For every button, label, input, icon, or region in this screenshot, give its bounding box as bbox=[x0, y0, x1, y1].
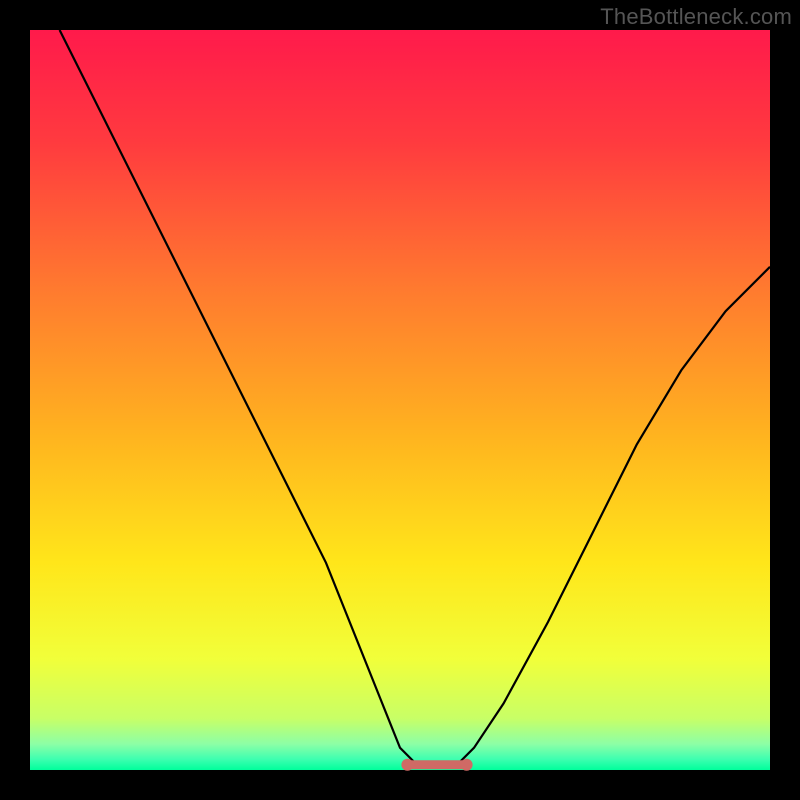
bottleneck-curve-path bbox=[60, 30, 770, 766]
watermark-text: TheBottleneck.com bbox=[600, 4, 792, 30]
minimum-marker-dot-right bbox=[461, 759, 473, 771]
minimum-marker-dot-left bbox=[401, 759, 413, 771]
chart-frame: TheBottleneck.com bbox=[0, 0, 800, 800]
chart-svg bbox=[30, 30, 770, 770]
